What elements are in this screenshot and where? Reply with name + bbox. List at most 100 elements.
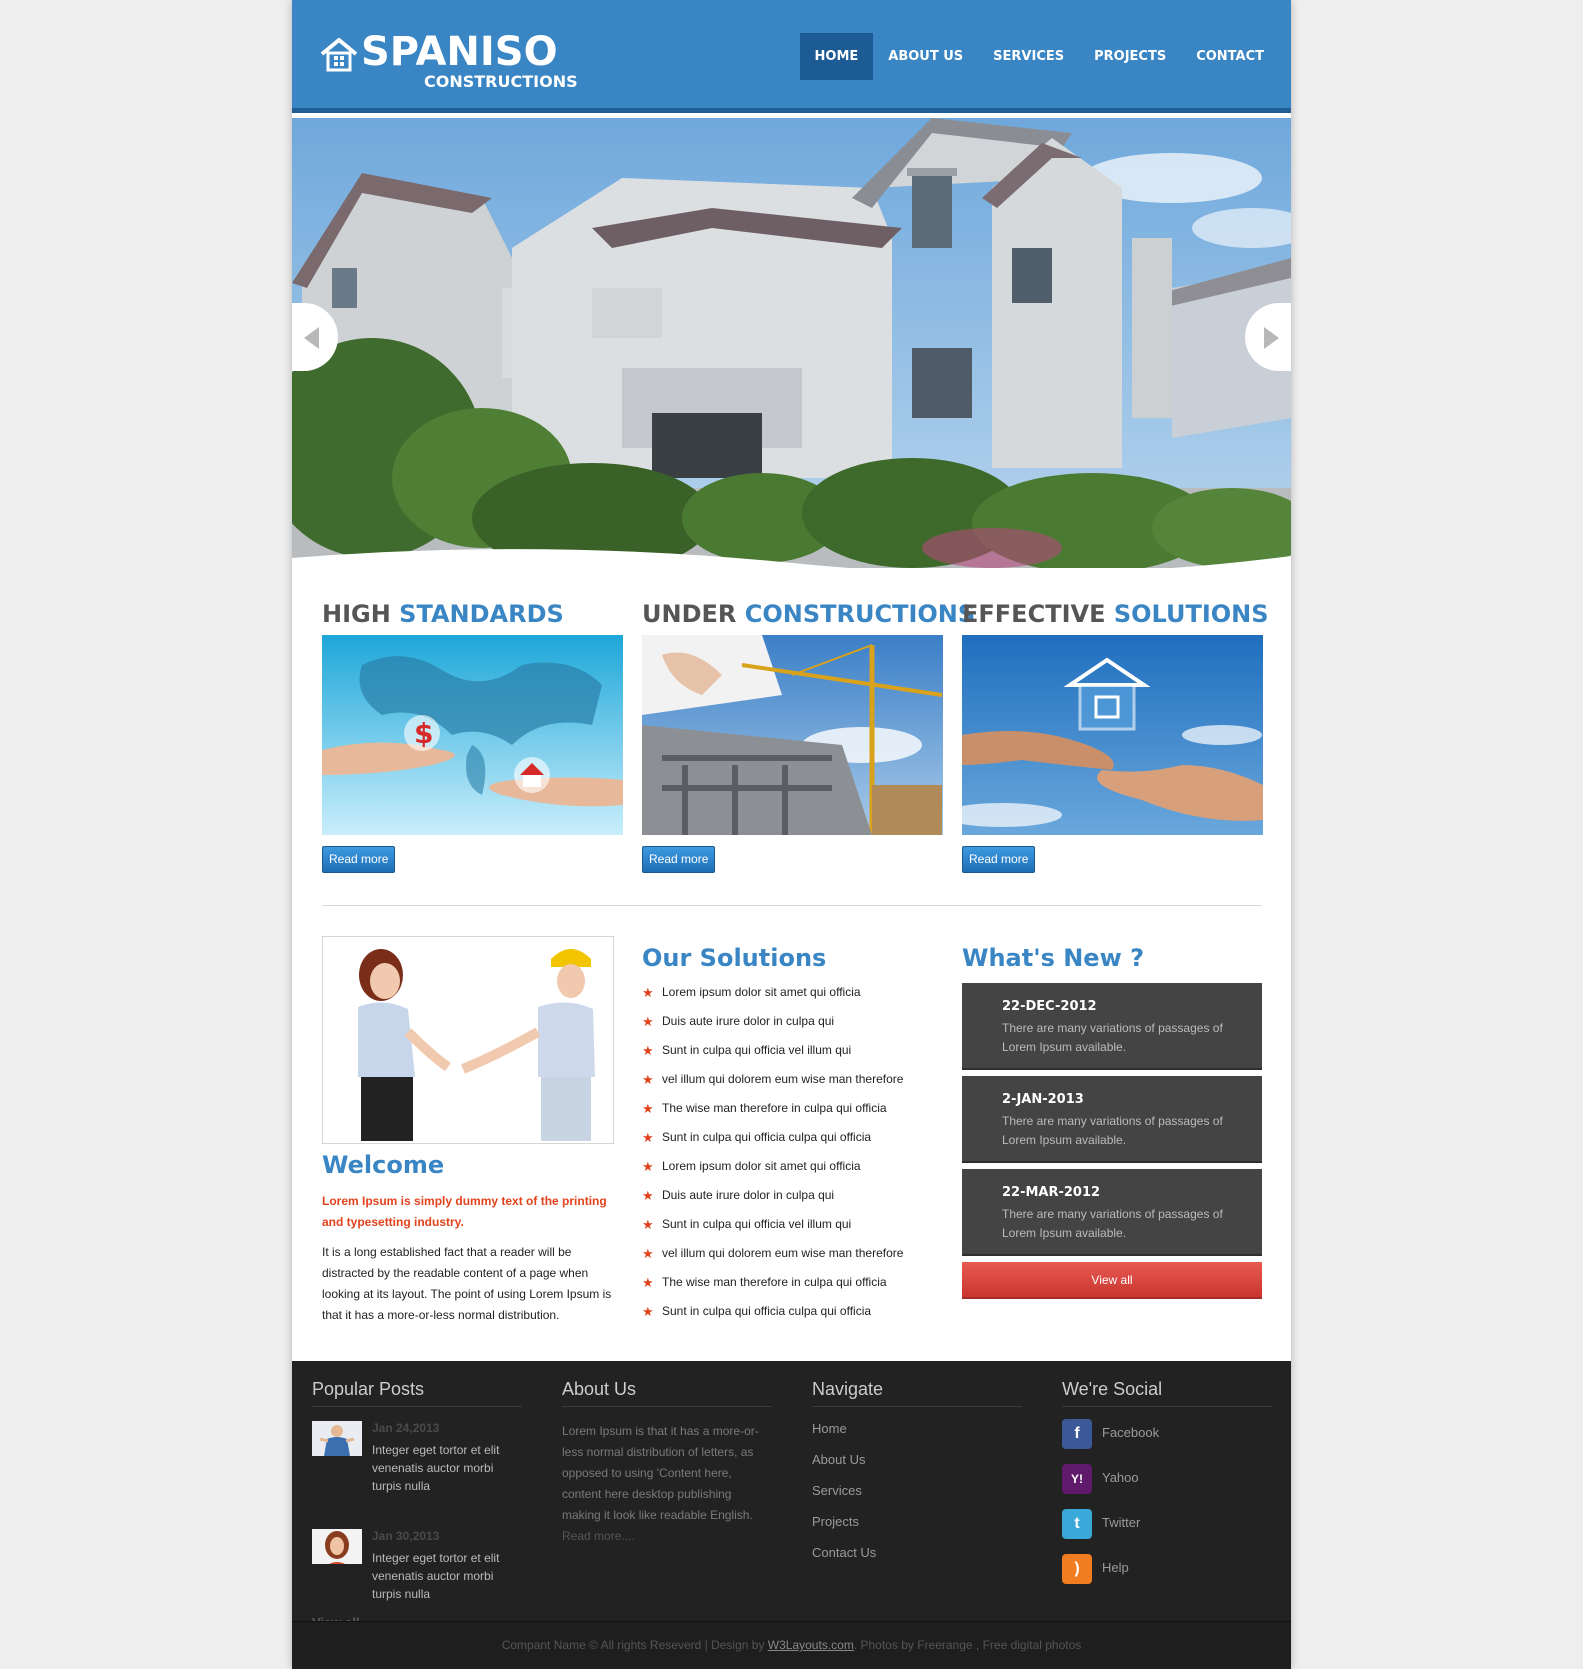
social-label: Twitter xyxy=(1102,1515,1141,1530)
post-thumbnail xyxy=(312,1529,362,1564)
nav-home[interactable]: HOME xyxy=(799,33,874,80)
news-item[interactable]: 22-DEC-2012 There are many variations of… xyxy=(962,983,1262,1070)
solution-label: Lorem ipsum dolor sit amet qui officia xyxy=(662,985,861,999)
post-date: Jan 24,2013 xyxy=(372,1421,440,1435)
feature-under-constructions: UNDER CONSTRUCTIONS Read more xyxy=(642,598,975,873)
nav-contact[interactable]: CONTACT xyxy=(1181,33,1279,80)
svg-text:$: $ xyxy=(414,717,433,750)
feature-image xyxy=(642,635,943,835)
feature-effective-solutions: EFFECTIVE SOLUTIONS Read more xyxy=(962,598,1269,873)
welcome-lead: Lorem Ipsum is simply dummy text of the … xyxy=(322,1194,607,1229)
news-item[interactable]: 22-MAR-2012 There are many variations of… xyxy=(962,1169,1262,1256)
solution-label: vel illum qui dolorem eum wise man there… xyxy=(662,1072,904,1086)
social-item-help[interactable]: ) Help xyxy=(1062,1554,1272,1599)
solution-label: Lorem ipsum dolor sit amet qui officia xyxy=(662,1159,861,1173)
star-icon: ★ xyxy=(642,1159,654,1174)
post-text: Integer eget tortor et elit venenatis au… xyxy=(372,1551,500,1601)
hero-slider xyxy=(292,118,1291,568)
social-item-twitter[interactable]: t Twitter xyxy=(1062,1509,1272,1554)
footer-about-us: About Us Lorem Ipsum is that it has a mo… xyxy=(562,1376,772,1547)
facebook-icon: f xyxy=(1062,1419,1092,1449)
page: SPANISO CONSTRUCTIONS HOME ABOUT US SERV… xyxy=(292,0,1291,1669)
feature-image xyxy=(962,635,1263,835)
about-read-more-link[interactable]: Read more.... xyxy=(562,1526,767,1547)
footer-heading: We're Social xyxy=(1062,1376,1272,1407)
star-icon: ★ xyxy=(642,1130,654,1145)
footer-nav-home[interactable]: Home xyxy=(812,1419,1022,1450)
post-date: Jan 30,2013 xyxy=(372,1529,440,1543)
popular-post[interactable]: Jan 30,2013 Integer eget tortor et elit … xyxy=(312,1529,522,1623)
solutions-list: ★ Lorem ipsum dolor sit amet qui officia … xyxy=(642,981,942,1329)
main-nav: HOME ABOUT US SERVICES PROJECTS CONTACT xyxy=(799,33,1279,80)
solution-item: ★ The wise man therefore in culpa qui off… xyxy=(642,1271,942,1300)
world-map-money-image: $ xyxy=(322,635,623,835)
star-icon: ★ xyxy=(642,1014,654,1029)
footer-nav-projects[interactable]: Projects xyxy=(812,1512,1022,1543)
solution-item: ★ Duis aute irure dolor in culpa qui xyxy=(642,1184,942,1213)
footer-nav-services[interactable]: Services xyxy=(812,1481,1022,1512)
read-more-button[interactable]: Read more xyxy=(962,846,1036,873)
house-logo-icon xyxy=(320,38,358,72)
section-divider xyxy=(322,905,1262,906)
feature-title: EFFECTIVE SOLUTIONS xyxy=(962,598,1269,630)
nav-projects[interactable]: PROJECTS xyxy=(1079,33,1181,80)
solution-label: vel illum qui dolorem eum wise man there… xyxy=(662,1246,904,1260)
star-icon: ★ xyxy=(642,1072,654,1087)
designer-link[interactable]: W3Layouts.com xyxy=(768,1638,854,1652)
read-more-button[interactable]: Read more xyxy=(642,846,716,873)
nav-services[interactable]: SERVICES xyxy=(978,33,1079,80)
solution-label: Sunt in culpa qui officia culpa qui offi… xyxy=(662,1304,872,1318)
feature-title: HIGH STANDARDS xyxy=(322,598,623,630)
footer-heading: Navigate xyxy=(812,1376,1022,1407)
footer-heading: Popular Posts xyxy=(312,1376,522,1407)
solution-item: ★ The wise man therefore in culpa qui off… xyxy=(642,1097,942,1126)
feature-title: UNDER CONSTRUCTIONS xyxy=(642,598,975,630)
copyright-prefix: Compant Name © All rights Reseverd | Des… xyxy=(501,1638,768,1652)
social-list: f Facebook Y! Yahoo t Twitter ) Help xyxy=(1062,1419,1272,1599)
footer-popular-posts: Popular Posts Jan 24,2013 Integer eget t… xyxy=(312,1376,522,1630)
footer-navigate: Navigate Home About Us Services Projects… xyxy=(812,1376,1022,1574)
footer-heading: About Us xyxy=(562,1376,772,1407)
solution-item: ★ Sunt in culpa qui officia vel illum qui xyxy=(642,1039,942,1068)
handshake-image xyxy=(323,937,613,1143)
solution-item: ★ Duis aute irure dolor in culpa qui xyxy=(642,1010,942,1039)
footer-nav-about-us[interactable]: About Us xyxy=(812,1450,1022,1481)
solution-item: ★ vel illum qui dolorem eum wise man ther… xyxy=(642,1068,942,1097)
footer-nav-list: Home About Us Services Projects Contact … xyxy=(812,1419,1022,1574)
star-icon: ★ xyxy=(642,985,654,1000)
social-item-yahoo[interactable]: Y! Yahoo xyxy=(1062,1464,1272,1509)
construction-site-image xyxy=(642,635,943,835)
feature-title-highlight: CONSTRUCTIONS xyxy=(744,600,976,628)
news-title: What's New ? xyxy=(962,944,1145,972)
about-text: Lorem Ipsum is that it has a more-or-les… xyxy=(562,1421,767,1547)
feature-image: $ xyxy=(322,635,623,835)
nav-about-us[interactable]: ABOUT US xyxy=(873,33,978,80)
site-header: SPANISO CONSTRUCTIONS HOME ABOUT US SERV… xyxy=(292,0,1291,113)
solution-item: ★ Sunt in culpa qui officia culpa qui off… xyxy=(642,1126,942,1155)
solution-item: ★ Lorem ipsum dolor sit amet qui officia xyxy=(642,981,942,1010)
logo[interactable]: SPANISO CONSTRUCTIONS xyxy=(319,30,578,100)
solution-label: Sunt in culpa qui officia culpa qui offi… xyxy=(662,1130,872,1144)
solution-item: ★ Sunt in culpa qui officia vel illum qui xyxy=(642,1213,942,1242)
news-view-all-button[interactable]: View all xyxy=(962,1262,1262,1299)
news-text: There are many variations of passages of… xyxy=(1002,1021,1223,1054)
read-more-button[interactable]: Read more xyxy=(322,846,396,873)
star-icon: ★ xyxy=(642,1275,654,1290)
solutions-title: Our Solutions xyxy=(642,944,827,972)
brand-tagline: CONSTRUCTIONS xyxy=(424,72,578,91)
arrow-left-icon xyxy=(304,327,319,349)
news-text: There are many variations of passages of… xyxy=(1002,1114,1223,1147)
man-avatar-image xyxy=(312,1421,362,1456)
social-item-facebook[interactable]: f Facebook xyxy=(1062,1419,1272,1464)
hero-house-image xyxy=(292,118,1291,568)
rss-icon: ) xyxy=(1062,1554,1092,1584)
feature-title-main: HIGH xyxy=(322,600,391,628)
feature-title-main: UNDER xyxy=(642,600,737,628)
footer-nav-contact-us[interactable]: Contact Us xyxy=(812,1543,1022,1574)
arrow-right-icon xyxy=(1264,327,1279,349)
social-label: Yahoo xyxy=(1102,1470,1139,1485)
popular-post[interactable]: Jan 24,2013 Integer eget tortor et elit … xyxy=(312,1421,522,1515)
news-item[interactable]: 2-JAN-2013 There are many variations of … xyxy=(962,1076,1262,1163)
welcome-title: Welcome xyxy=(322,1151,445,1179)
feature-high-standards: HIGH STANDARDS $ Read more xyxy=(322,598,623,873)
